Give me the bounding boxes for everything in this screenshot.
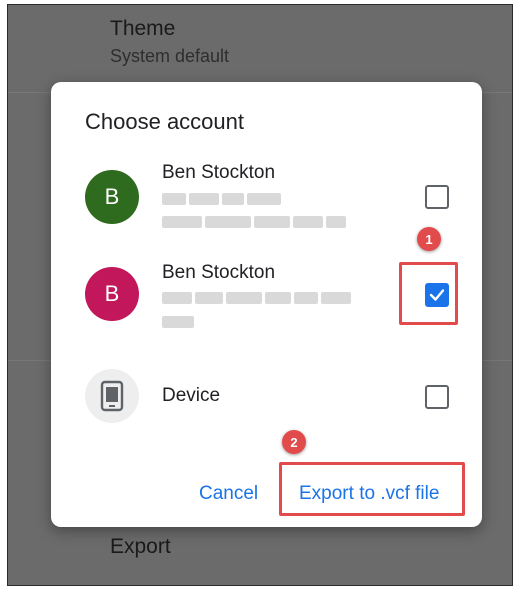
dialog-title: Choose account [85,109,244,134]
account-email-redacted [162,216,346,228]
device-row[interactable]: Device [51,350,482,440]
step-badge-2: 2 [282,430,306,454]
account-email-redacted [162,193,281,205]
step-badge-1: 1 [417,227,441,251]
cancel-button[interactable]: Cancel [199,483,258,505]
account-row-1[interactable]: B Ben Stockton [51,152,482,242]
device-checkbox[interactable] [425,385,449,409]
phone-icon [100,380,124,412]
account-name: Ben Stockton [162,162,276,183]
account-checkbox[interactable] [425,185,449,209]
theme-title: Theme [110,17,176,40]
avatar-initial: B [104,184,120,209]
account-email-redacted [162,292,351,304]
device-avatar [85,369,139,423]
account-name: Ben Stockton [162,262,276,283]
account-avatar: B [85,267,139,321]
theme-value: System default [110,46,230,66]
device-name: Device [162,385,221,406]
checkbox-highlight-box [399,262,458,325]
settings-screen: Theme System default Export Choose accou… [7,4,513,586]
export-highlight-box [279,462,465,516]
theme-setting-row[interactable]: Theme System default [8,5,512,93]
avatar-initial: B [104,281,120,306]
export-title[interactable]: Export [110,535,171,559]
account-avatar: B [85,170,139,224]
account-email-redacted [162,316,194,328]
